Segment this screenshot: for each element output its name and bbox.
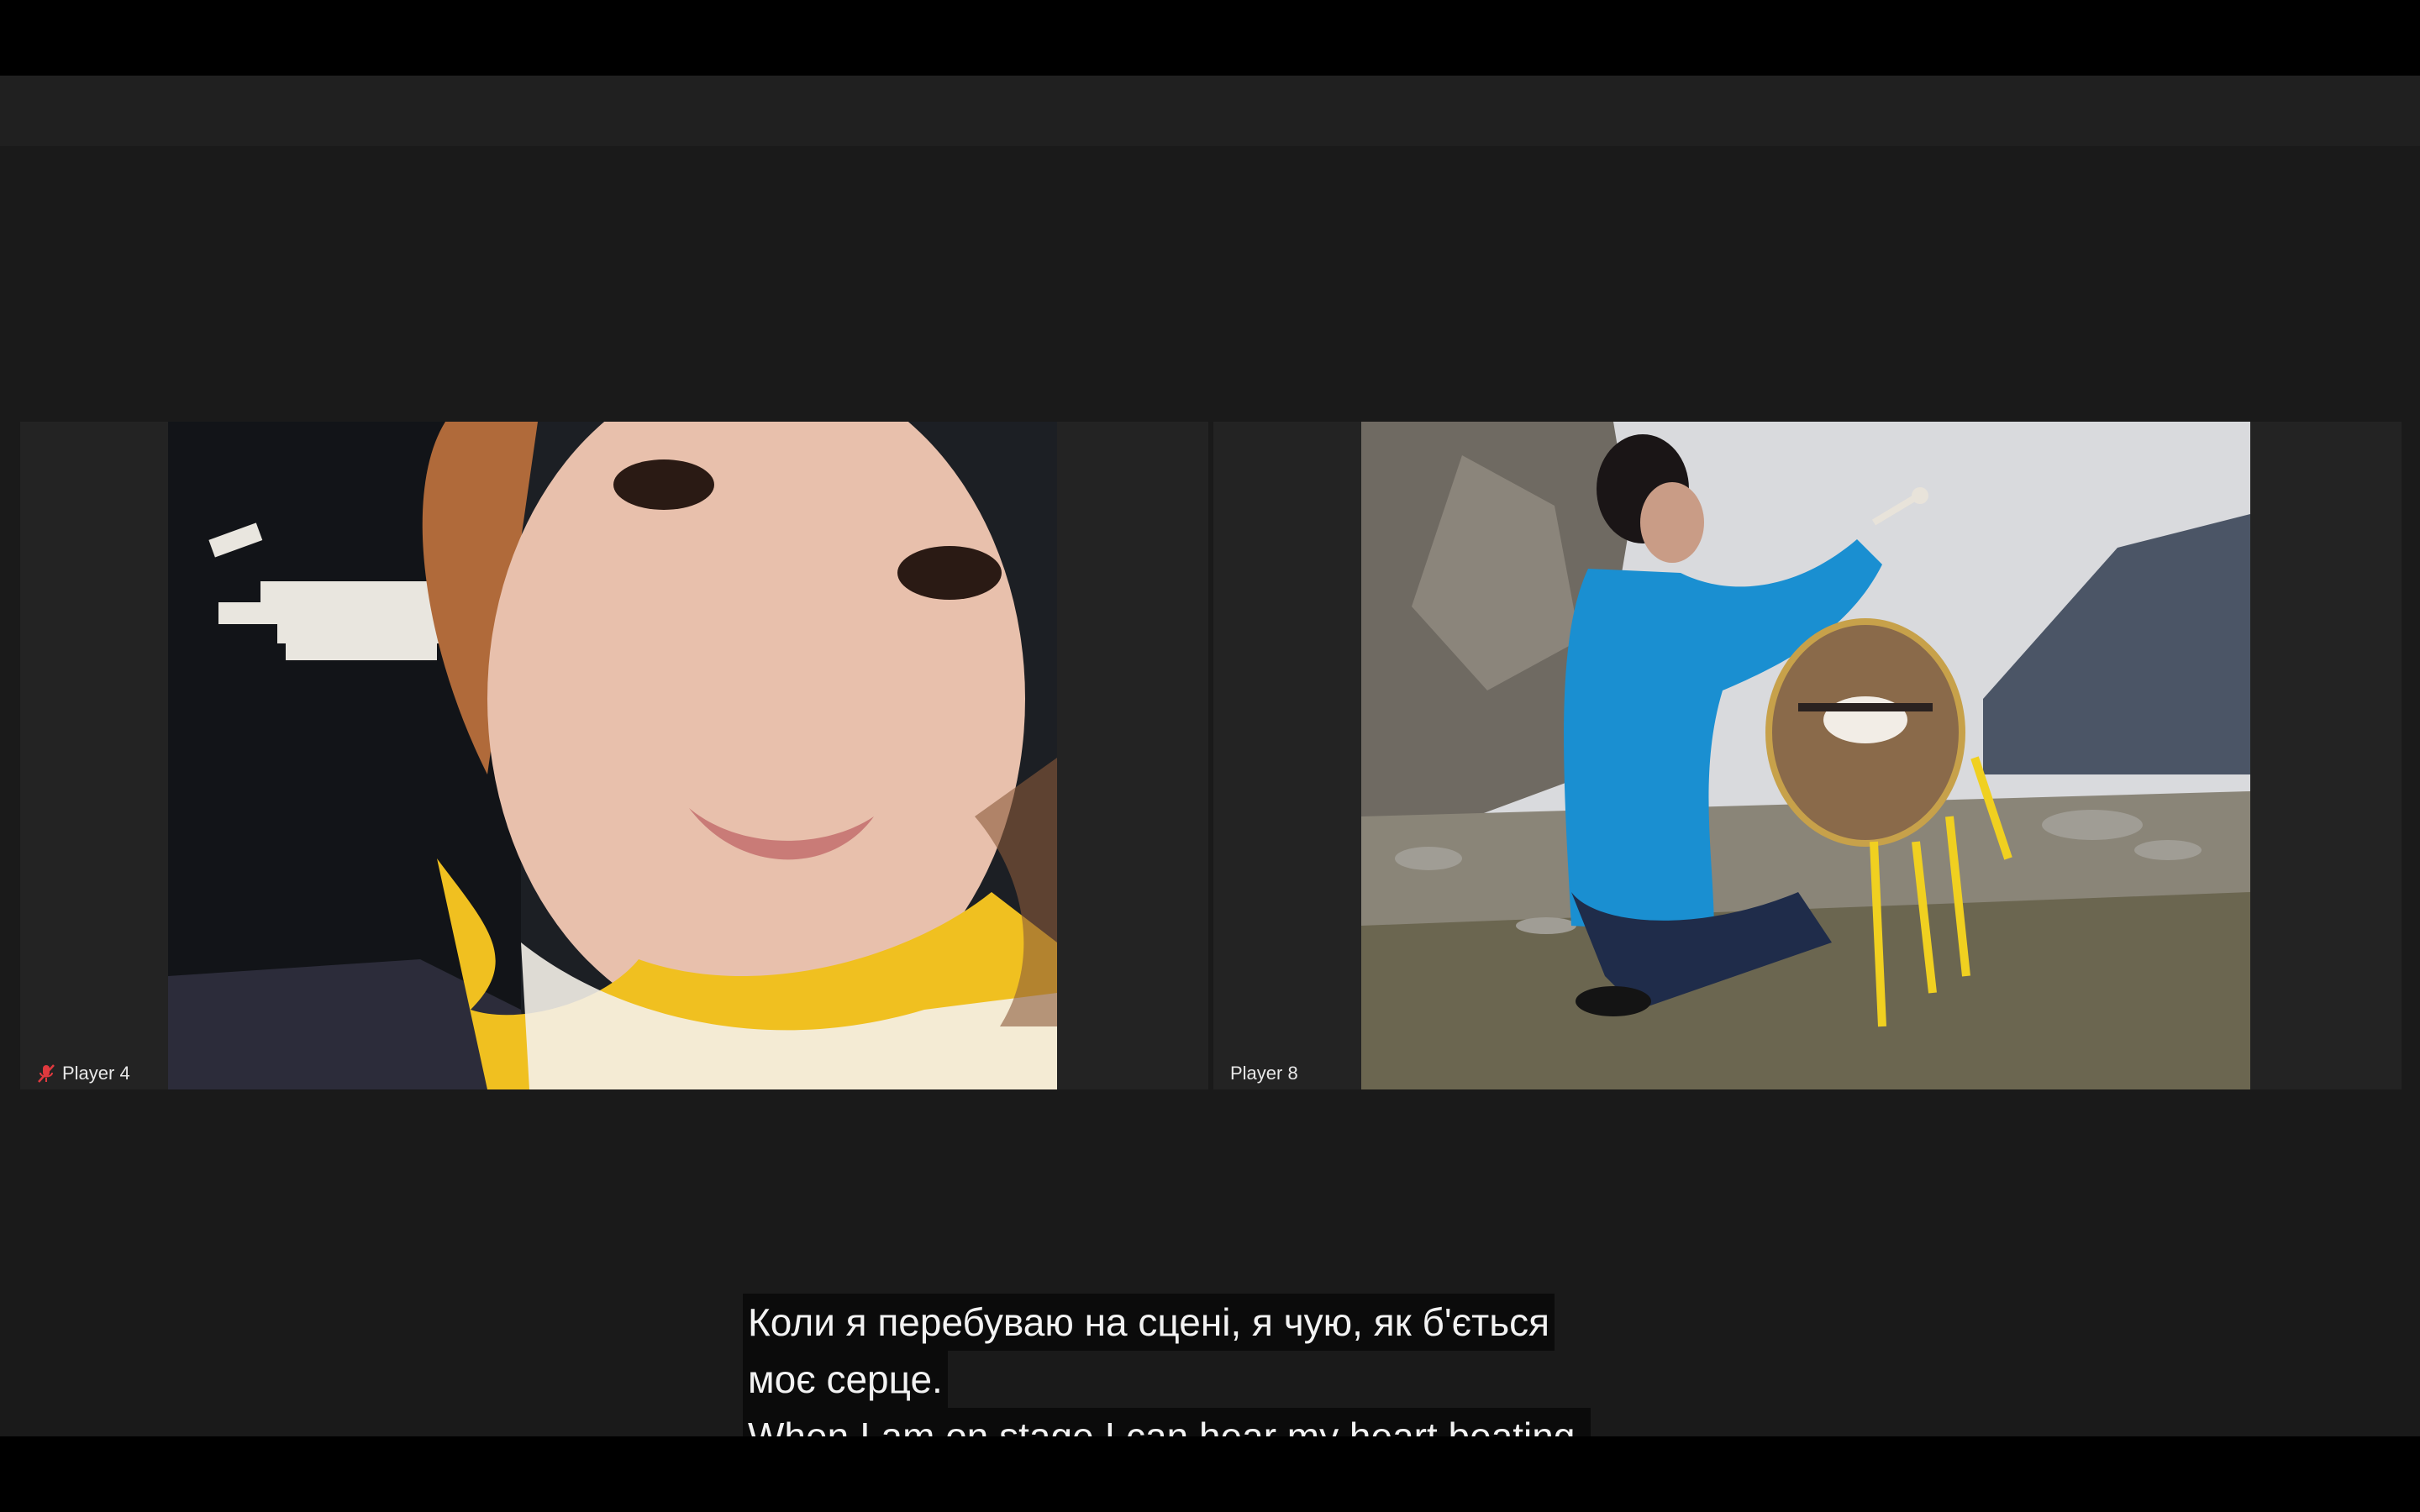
participant-name-tag: Player 4 bbox=[30, 1059, 137, 1088]
top-letterbox-bar bbox=[0, 0, 2420, 76]
participant-name-label: Player 4 bbox=[62, 1063, 130, 1084]
video-frame-closeup bbox=[168, 422, 1057, 1089]
participant-name-tag: Player 8 bbox=[1223, 1059, 1305, 1088]
participant-tile-player-4[interactable]: Player 4 bbox=[20, 422, 1208, 1089]
bottom-letterbox-bar bbox=[0, 1436, 2420, 1512]
meeting-top-toolbar bbox=[0, 76, 2420, 146]
caption-line: моє серце. bbox=[743, 1351, 948, 1408]
participant-tile-player-8[interactable]: Player 8 bbox=[1213, 422, 2402, 1089]
video-call-window: Player 4 Player 8 Коли я перебуваю на сц… bbox=[0, 76, 2420, 1465]
microphone-muted-icon bbox=[37, 1063, 55, 1084]
caption-line: Коли я перебуваю на сцені, я чую, як б'є… bbox=[743, 1294, 1555, 1351]
participant-name-label: Player 8 bbox=[1230, 1063, 1298, 1084]
video-frame-outdoor-drummer bbox=[1361, 422, 2250, 1089]
participant-video-feed bbox=[168, 422, 1057, 1089]
participant-video-feed bbox=[1361, 422, 2250, 1089]
